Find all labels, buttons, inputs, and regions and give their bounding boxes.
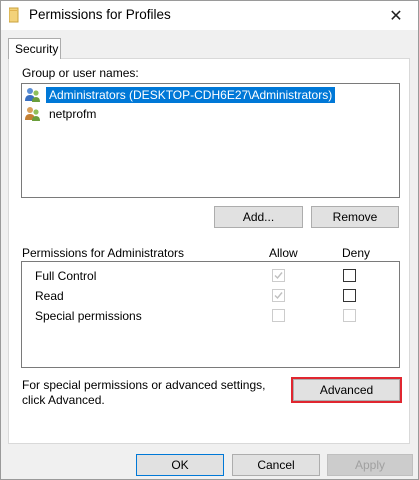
- list-item[interactable]: Administrators (DESKTOP-CDH6E27\Administ…: [24, 86, 336, 104]
- list-item-label: netprofm: [49, 107, 97, 121]
- remove-button[interactable]: Remove: [311, 206, 399, 228]
- permissions-list: Full Control Read Special permissions: [21, 261, 400, 368]
- permission-name: Full Control: [35, 269, 97, 283]
- users-group-icon: [25, 107, 40, 121]
- advanced-button[interactable]: Advanced: [291, 377, 402, 403]
- checkmark-icon: [274, 272, 283, 280]
- allow-full-control-checkbox[interactable]: [272, 269, 285, 282]
- folder-icon: [9, 7, 19, 23]
- tab-security[interactable]: Security: [8, 38, 61, 59]
- close-button[interactable]: ✕: [374, 1, 418, 30]
- advanced-hint-line1: For special permissions or advanced sett…: [22, 378, 266, 392]
- permission-name: Read: [35, 289, 64, 303]
- allow-special-permissions-checkbox[interactable]: [272, 309, 285, 322]
- cancel-button[interactable]: Cancel: [232, 454, 320, 476]
- allow-header: Allow: [269, 246, 298, 260]
- users-group-icon: [25, 88, 40, 102]
- ok-button[interactable]: OK: [136, 454, 224, 476]
- list-item[interactable]: netprofm: [24, 105, 99, 123]
- deny-header: Deny: [342, 246, 371, 260]
- title-bar[interactable]: Permissions for Profiles ✕: [1, 1, 418, 30]
- permissions-dialog: Permissions for Profiles ✕ Security Grou…: [0, 0, 419, 480]
- checkmark-icon: [274, 292, 283, 300]
- group-names-label: Group or user names:: [22, 66, 139, 80]
- window-title: Permissions for Profiles: [29, 7, 171, 22]
- permission-name: Special permissions: [35, 309, 142, 323]
- add-button[interactable]: Add...: [214, 206, 303, 228]
- tab-security-label: Security: [15, 42, 59, 56]
- permissions-label: Permissions for Administrators: [22, 246, 185, 260]
- deny-read-checkbox[interactable]: [343, 289, 356, 302]
- deny-full-control-checkbox[interactable]: [343, 269, 356, 282]
- advanced-hint-line2: click Advanced.: [22, 393, 105, 407]
- user-listbox[interactable]: Administrators (DESKTOP-CDH6E27\Administ…: [21, 83, 400, 198]
- allow-read-checkbox[interactable]: [272, 289, 285, 302]
- list-item-label: Administrators (DESKTOP-CDH6E27\Administ…: [46, 87, 336, 103]
- deny-special-permissions-checkbox[interactable]: [343, 309, 356, 322]
- apply-button[interactable]: Apply: [327, 454, 413, 476]
- close-icon: ✕: [389, 7, 403, 25]
